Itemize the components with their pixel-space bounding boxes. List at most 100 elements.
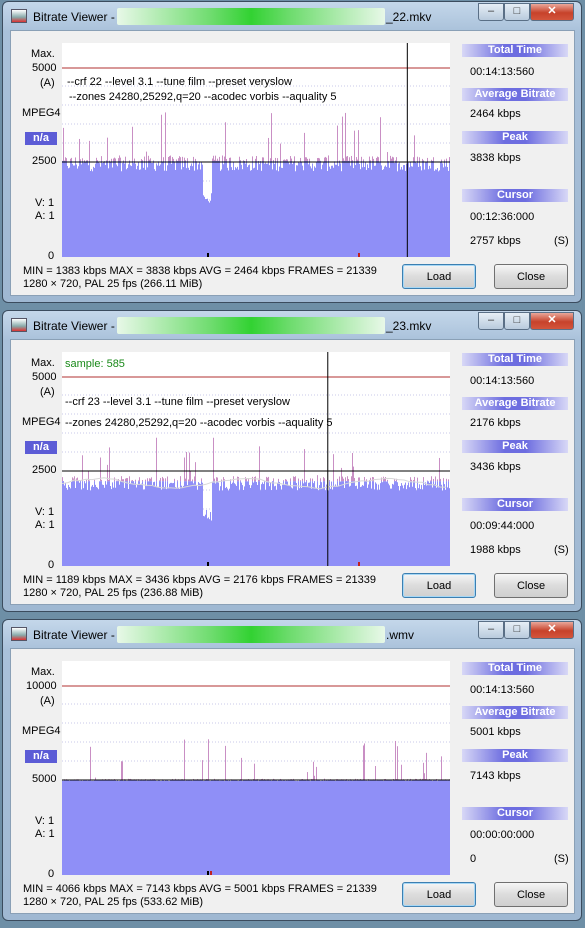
bitrate-bar [122, 779, 123, 875]
bitrate-graph[interactable]: sample: 585 --crf 23 --level 3.1 --tune … [62, 352, 450, 566]
bitrate-bar [125, 779, 126, 875]
bitrate-graph[interactable]: --crf 22 --level 3.1 --tune film --prese… [62, 43, 450, 257]
bitrate-graph[interactable] [62, 661, 450, 875]
bitrate-bar [276, 170, 277, 257]
cursor-unit: (S) [554, 235, 569, 247]
bitrate-bar [246, 779, 247, 875]
bitrate-spike [153, 160, 154, 161]
title-bar[interactable]: Bitrate Viewer - _23.mkv ‒ □ ✕ [3, 311, 581, 339]
bitrate-bar [162, 779, 163, 875]
bitrate-bar [284, 779, 285, 875]
bitrate-bar [100, 166, 101, 257]
title-bar[interactable]: Bitrate Viewer - _22.mkv ‒ □ ✕ [3, 2, 581, 30]
bitrate-bar [326, 484, 327, 566]
bitrate-bar [107, 780, 108, 875]
bitrate-spike [290, 156, 291, 161]
bitrate-bar [243, 489, 244, 566]
bitrate-bar [212, 160, 213, 257]
bitrate-bar [381, 165, 382, 257]
bitrate-spike [295, 476, 296, 482]
bitrate-bar [378, 780, 379, 875]
close-window-button[interactable]: ✕ [530, 3, 574, 21]
bitrate-bar [143, 779, 144, 875]
bitrate-bar [224, 481, 225, 566]
maximize-button[interactable]: □ [504, 312, 530, 330]
bitrate-bar [193, 160, 194, 257]
minimize-button[interactable]: ‒ [478, 621, 504, 639]
marker-tick [207, 871, 209, 875]
bitrate-bar [230, 481, 231, 566]
bitrate-bar [376, 160, 377, 257]
close-button[interactable]: Close [494, 882, 568, 907]
bitrate-bar [189, 481, 190, 566]
bitrate-bar [267, 163, 268, 257]
bitrate-bar [170, 160, 171, 257]
total-time-title: Total Time [462, 662, 568, 675]
minimize-button[interactable]: ‒ [478, 312, 504, 330]
bitrate-bar [368, 779, 369, 875]
bitrate-bar [301, 161, 302, 257]
bitrate-bar [304, 160, 305, 257]
bitrate-bar [222, 779, 223, 875]
format-line: 1280 × 720, PAL 25 fps (266.11 MiB) [23, 278, 203, 290]
bitrate-spike [313, 761, 314, 780]
minimize-button[interactable]: ‒ [478, 3, 504, 21]
bitrate-bar [178, 488, 179, 566]
bitrate-bar [243, 160, 244, 257]
close-button[interactable]: Close [494, 573, 568, 598]
maximize-button[interactable]: □ [504, 621, 530, 639]
load-button[interactable]: Load [402, 264, 476, 289]
bitrate-bar [283, 780, 284, 875]
bitrate-bar [162, 481, 163, 566]
bitrate-bar [439, 481, 440, 566]
close-window-button[interactable]: ✕ [530, 621, 574, 639]
bitrate-bar [119, 160, 120, 257]
bitrate-bar [430, 168, 431, 257]
bitrate-bar [247, 780, 248, 875]
title-bar[interactable]: Bitrate Viewer - .wmv ‒ □ ✕ [3, 620, 581, 648]
bitrate-bar [84, 779, 85, 875]
bitrate-bar [174, 779, 175, 875]
close-button[interactable]: Close [494, 264, 568, 289]
bitrate-spike [385, 477, 386, 482]
bitrate-bar [134, 483, 135, 566]
bitrate-spike [262, 157, 263, 161]
mid-value: 2500 [32, 464, 57, 476]
bitrate-bar [402, 485, 403, 566]
close-window-button[interactable]: ✕ [530, 312, 574, 330]
bitrate-bar [104, 161, 105, 257]
bitrate-bar [83, 162, 84, 257]
bitrate-bar [86, 481, 87, 566]
bitrate-bar [166, 780, 167, 875]
bitrate-spike [387, 479, 388, 482]
bitrate-bar [319, 485, 320, 566]
bitrate-bar [443, 167, 444, 257]
bitrate-bar [403, 488, 404, 566]
bitrate-spike [440, 478, 441, 482]
bitrate-bar [216, 160, 217, 257]
zero-label: 0 [48, 868, 55, 880]
bitrate-bar [324, 779, 325, 875]
bitrate-bar [68, 484, 69, 566]
bitrate-bar [400, 779, 401, 875]
bitrate-bar [269, 165, 270, 257]
load-button[interactable]: Load [402, 573, 476, 598]
bitrate-bar [126, 169, 127, 257]
bitrate-bar [295, 780, 296, 875]
maximize-button[interactable]: □ [504, 3, 530, 21]
bitrate-bar [233, 481, 234, 566]
bitrate-bar [112, 482, 113, 566]
bitrate-bar [435, 779, 436, 875]
bitrate-bar [148, 160, 149, 257]
bitrate-spike [307, 158, 308, 161]
bitrate-bar [143, 167, 144, 257]
bitrate-spike [414, 135, 415, 161]
bitrate-bar [358, 481, 359, 566]
bitrate-bar [344, 160, 345, 257]
bitrate-spike [97, 160, 98, 161]
bitrate-bar [369, 160, 370, 257]
bitrate-bar [274, 163, 275, 257]
load-button[interactable]: Load [402, 882, 476, 907]
bitrate-spike [82, 158, 83, 161]
bitrate-spike [391, 158, 392, 161]
